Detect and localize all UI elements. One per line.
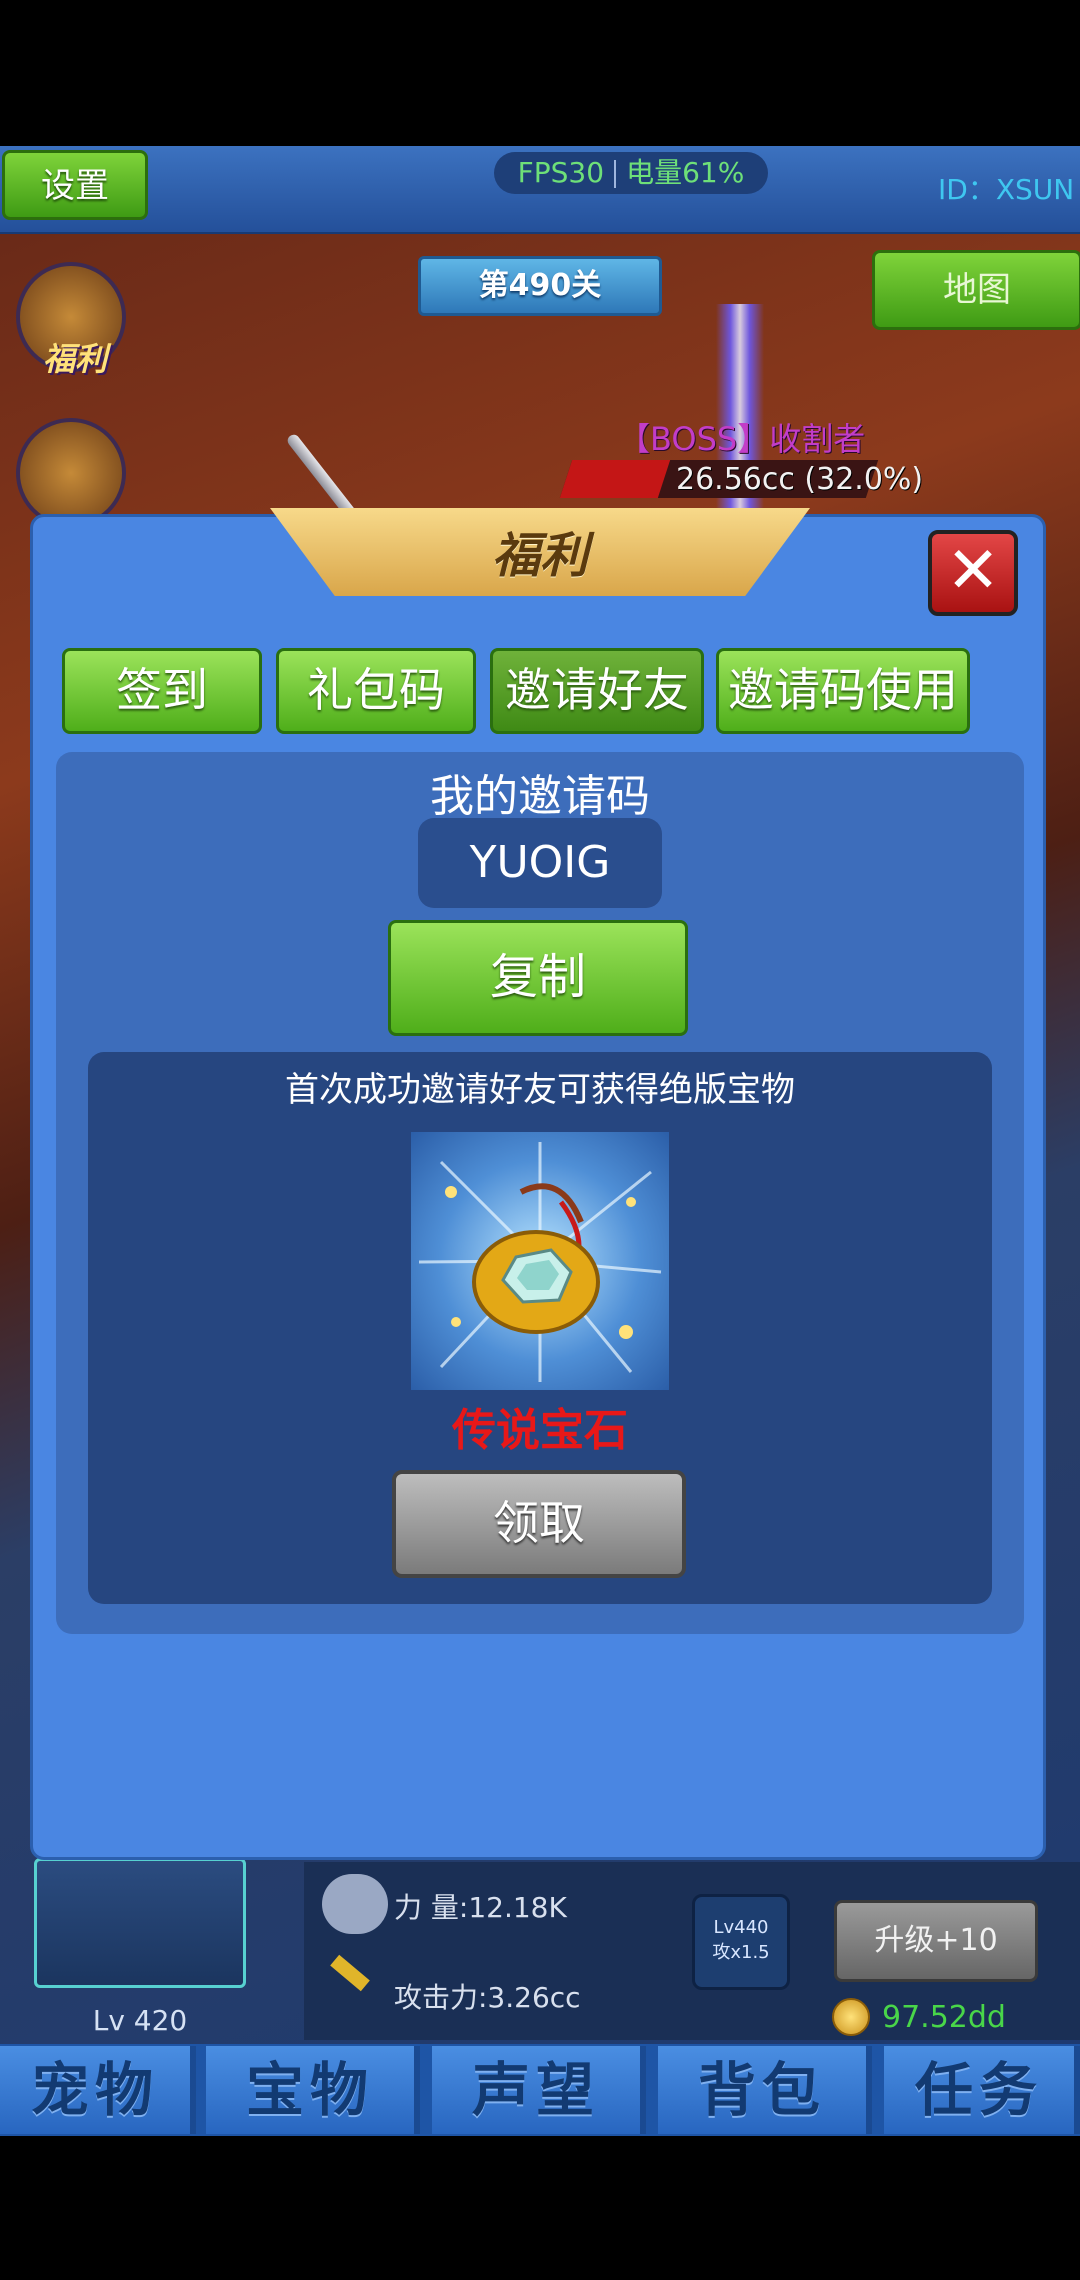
attack-stat: 攻击力:3.26cc	[394, 1981, 581, 2014]
treasure-chest-icon[interactable]	[16, 418, 126, 528]
level-badge: Lv440 攻x1.5	[692, 1894, 790, 1990]
tab-sign-in[interactable]: 签到	[62, 648, 262, 734]
pet-level: Lv 420	[92, 2004, 188, 2037]
map-button[interactable]: 地图	[872, 250, 1080, 330]
coin-icon	[832, 1998, 870, 2036]
nav-treasure[interactable]: 宝物	[206, 2046, 420, 2134]
pet-portrait[interactable]	[34, 1858, 246, 1988]
claim-button[interactable]: 领取	[392, 1470, 686, 1578]
settings-button[interactable]: 设置	[2, 150, 148, 220]
tab-invite-friends[interactable]: 邀请好友	[490, 648, 704, 734]
fps-battery-indicator: FPS30 电量61%	[494, 152, 768, 194]
close-icon[interactable]: ✕	[928, 530, 1018, 616]
legend-gem-amulet-icon	[411, 1132, 669, 1390]
nav-quest[interactable]: 任务	[884, 2046, 1080, 2134]
boss-name: 【BOSS】收割者	[618, 420, 866, 458]
battery-text: 电量61%	[626, 156, 745, 189]
upgrade-button[interactable]: 升级+10	[834, 1900, 1038, 1982]
coin-amount: 97.52dd	[882, 2000, 1006, 2035]
paw-icon	[322, 1874, 388, 1934]
stage-banner: 第490关	[418, 256, 662, 316]
my-invite-code-title: 我的邀请码	[430, 771, 650, 822]
nav-prestige[interactable]: 声望	[432, 2046, 646, 2134]
gem-amulet-graphic	[418, 1142, 662, 1382]
player-id: ID：XSUN	[938, 173, 1075, 206]
boss-hp-fill	[559, 460, 671, 498]
fps-text: FPS30	[517, 156, 605, 189]
divider	[614, 160, 617, 188]
boss-hp-text: 26.56cc (32.0%)	[676, 462, 924, 497]
reward-name: 传说宝石	[452, 1405, 628, 1456]
nav-pet[interactable]: 宠物	[0, 2046, 196, 2134]
power-stat: 力 量:12.18K	[394, 1891, 567, 1924]
reward-description: 首次成功邀请好友可获得绝版宝物	[285, 1070, 795, 1110]
copy-button[interactable]: 复制	[388, 920, 688, 1036]
dialog-title: 福利	[491, 528, 588, 584]
tab-use-invite-code[interactable]: 邀请码使用	[716, 648, 970, 734]
badge-multiplier: 攻x1.5	[712, 1942, 770, 1963]
welfare-label[interactable]: 福利	[20, 334, 130, 380]
invite-code-value: YUOIG	[418, 818, 662, 908]
nav-backpack[interactable]: 背包	[658, 2046, 872, 2134]
tab-gift-code[interactable]: 礼包码	[276, 648, 476, 734]
badge-level: Lv440	[713, 1917, 769, 1938]
